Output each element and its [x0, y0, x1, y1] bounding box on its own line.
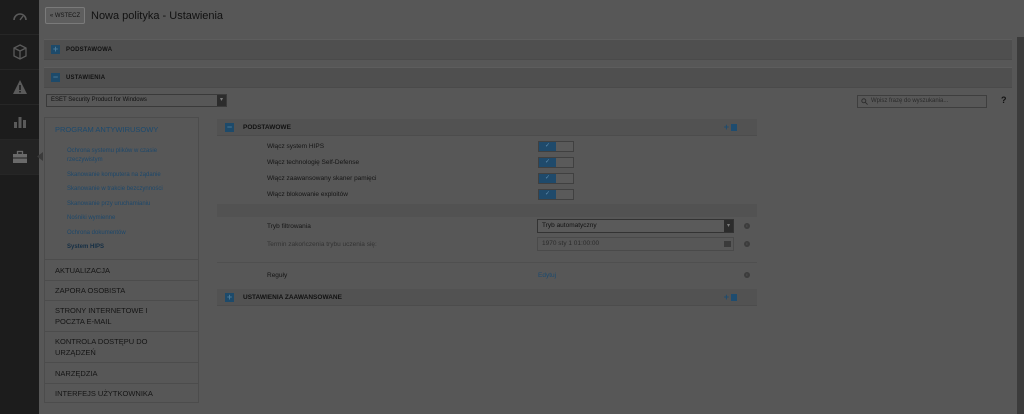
info-icon[interactable]: i [744, 272, 750, 278]
memory-scanner-toggle[interactable]: ✓ [538, 173, 574, 184]
learning-end-field: 1970 sty 1 01:00:00 [537, 237, 734, 251]
edit-rules-link[interactable]: Edytuj [538, 272, 556, 279]
nav-item[interactable]: STRONY INTERNETOWE I POCZTA E-MAIL [45, 300, 198, 331]
self-defense-toggle[interactable]: ✓ [538, 157, 574, 168]
advanced-section[interactable]: + USTAWIENIA ZAAWANSOWANE + [217, 289, 757, 306]
toggle-label: Włącz technologię Self-Defense [267, 159, 360, 166]
box-icon[interactable] [0, 35, 39, 70]
hips-toggle[interactable]: ✓ [538, 141, 574, 152]
nav-sub-item[interactable]: Ochrona systemu plików w czasie rzeczywi… [67, 147, 185, 165]
add-icon[interactable]: + [724, 122, 729, 132]
divider [217, 262, 757, 263]
nav-sub-item[interactable]: Nośniki wymienne [67, 214, 115, 223]
trash-icon[interactable] [731, 294, 737, 301]
learning-end-value: 1970 sty 1 01:00:00 [542, 240, 600, 247]
add-icon[interactable]: + [724, 292, 729, 302]
toggle-label: Włącz zaawansowany skaner pamięci [267, 175, 377, 182]
nav-item[interactable]: ZAPORA OSOBISTA [45, 280, 198, 300]
briefcase-icon[interactable] [0, 140, 39, 175]
chevron-down-icon[interactable]: ▾ [724, 220, 733, 232]
page-title: Nowa polityka - Ustawienia [91, 10, 224, 22]
check-icon: ✓ [539, 190, 556, 199]
advanced-section-label: USTAWIENIA ZAAWANSOWANE [243, 293, 342, 301]
filter-mode-label: Tryb filtrowania [267, 223, 311, 230]
check-icon: ✓ [539, 174, 556, 183]
settings-section-bar[interactable]: − USTAWIENIA [44, 67, 1012, 88]
back-button[interactable]: « WSTECZ [45, 7, 85, 24]
hips-basic-label: PODSTAWOWE [243, 123, 291, 131]
basic-section-bar[interactable]: + PODSTAWOWA [44, 39, 1012, 60]
expand-icon[interactable]: + [225, 292, 234, 302]
expand-icon[interactable]: + [51, 45, 60, 54]
nav-item[interactable]: AKTUALIZACJA [45, 259, 198, 280]
rules-label: Reguły [267, 272, 288, 279]
divider [217, 204, 757, 217]
exploit-blocker-toggle[interactable]: ✓ [538, 189, 574, 200]
search-placeholder: Wpisz frazę do wyszukania... [871, 98, 949, 104]
help-icon[interactable]: ? [1001, 95, 1007, 105]
nav-section-antivirus[interactable]: PROGRAM ANTYWIRUSOWY [55, 125, 158, 134]
warning-icon[interactable] [0, 70, 39, 105]
filter-mode-value: Tryb automatyczny [542, 222, 597, 229]
collapse-icon[interactable]: − [225, 122, 234, 132]
info-icon[interactable]: i [744, 223, 750, 229]
nav-item[interactable]: NARZĘDZIA [45, 362, 198, 383]
nav-item[interactable]: INTERFEJS UŻYTKOWNIKA [45, 383, 198, 403]
check-icon: ✓ [539, 158, 556, 167]
side-rail [0, 0, 39, 414]
trash-icon[interactable] [731, 124, 737, 131]
nav-sub-item[interactable]: Skanowanie w trakcie bezczynności [67, 185, 163, 194]
basic-section-label: PODSTAWOWA [66, 46, 113, 53]
toggle-label: Włącz system HIPS [267, 143, 325, 150]
chevron-down-icon[interactable]: ▾ [217, 95, 226, 106]
nav-sub-item[interactable]: Skanowanie komputera na żądanie [67, 171, 161, 180]
section-actions: + [724, 122, 737, 132]
search-input[interactable]: Wpisz frazę do wyszukania... [857, 95, 987, 108]
info-icon[interactable]: i [744, 241, 750, 247]
nav-sub-item[interactable]: Skanowanie przy uruchamianiu [67, 200, 150, 209]
settings-nav: PROGRAM ANTYWIRUSOWY Ochrona systemu pli… [44, 117, 199, 403]
settings-section-label: USTAWIENIA [66, 74, 106, 81]
scrollbar[interactable] [1017, 37, 1024, 414]
product-select[interactable]: ESET Security Product for Windows ▾ [46, 94, 227, 107]
search-icon [861, 98, 868, 105]
nav-sub-item[interactable]: Ochrona dokumentów [67, 229, 126, 238]
learning-end-label: Termin zakończenia trybu uczenia się: [267, 241, 377, 248]
hips-basic-section[interactable]: − PODSTAWOWE + [217, 119, 757, 136]
dashboard-icon[interactable] [0, 0, 39, 35]
chart-icon[interactable] [0, 105, 39, 140]
check-icon: ✓ [539, 142, 556, 151]
nav-sub-item-active[interactable]: System HIPS [67, 243, 104, 252]
section-actions: + [724, 292, 737, 302]
nav-item[interactable]: KONTROLA DOSTĘPU DO URZĄDZEŃ [45, 331, 198, 362]
header: « WSTECZ Nowa polityka - Ustawienia [39, 0, 1024, 34]
toggle-label: Włącz blokowanie exploitów [267, 191, 348, 198]
filter-mode-select[interactable]: Tryb automatyczny ▾ [537, 219, 734, 233]
calendar-icon [724, 241, 731, 247]
collapse-icon[interactable]: − [51, 73, 60, 82]
product-select-value: ESET Security Product for Windows [51, 97, 147, 103]
